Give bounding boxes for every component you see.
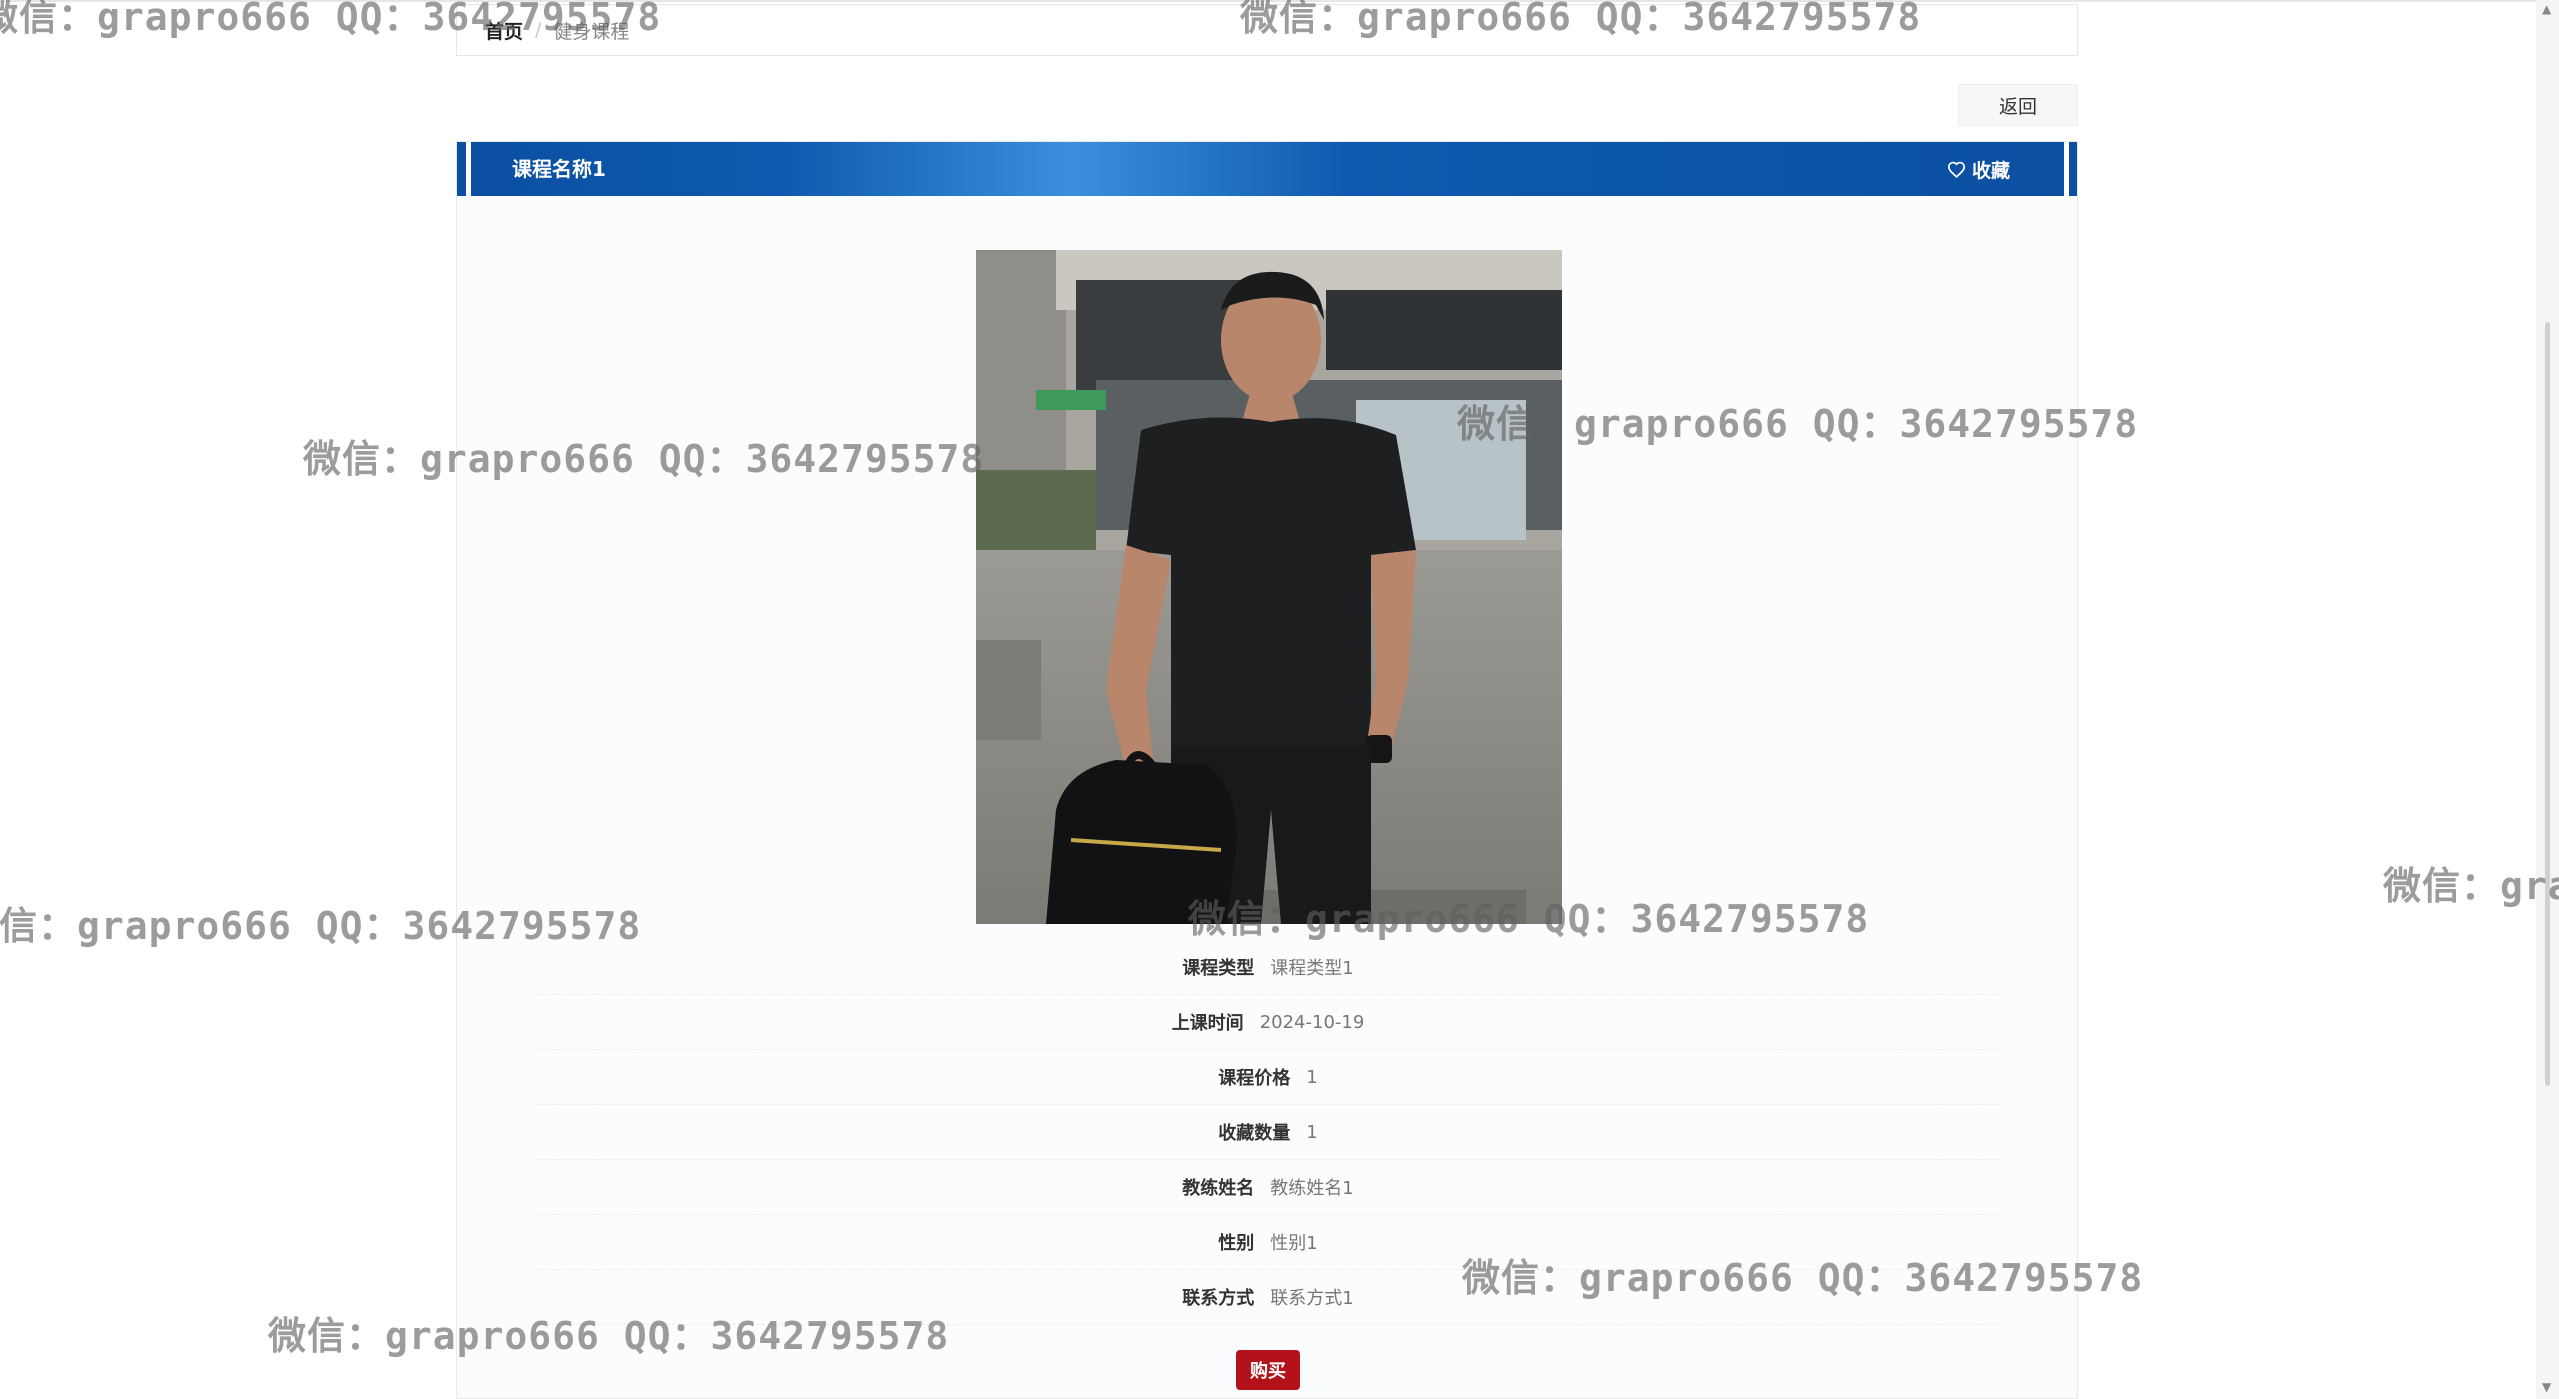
- detail-label: 上课时间: [1171, 1013, 1244, 1034]
- detail-label: 课程价格: [1218, 1068, 1291, 1089]
- detail-row-gender: 性别 性别1: [537, 1215, 1999, 1270]
- detail-value: 2024-10-19: [1259, 1011, 1365, 1033]
- detail-label: 性别: [1218, 1233, 1255, 1254]
- detail-value: 1: [1306, 1121, 1318, 1143]
- course-title-bar: 课程名称1 收藏: [457, 142, 2077, 196]
- course-title: 课程名称1: [512, 157, 606, 181]
- detail-row-favorite-count: 收藏数量 1: [537, 1105, 1999, 1160]
- detail-value: 性别1: [1270, 1233, 1318, 1254]
- detail-row-price: 课程价格 1: [537, 1050, 1999, 1105]
- detail-row-class-time: 上课时间 2024-10-19: [537, 995, 1999, 1050]
- detail-row-course-type: 课程类型 课程类型1: [537, 940, 1999, 995]
- back-button[interactable]: 返回: [1958, 84, 2078, 126]
- detail-value: 教练姓名1: [1270, 1178, 1354, 1199]
- course-detail-card: 课程名称1 收藏 课程类型 课程类型1 上课时间 2024-10-19 课程价格…: [456, 141, 2078, 1399]
- scroll-down-icon[interactable]: ▼: [2542, 1380, 2551, 1394]
- watermark: 微信：grapro666 QQ：3642795578: [2383, 864, 2559, 908]
- course-photo: [976, 250, 1562, 924]
- favorite-label: 收藏: [1972, 159, 2011, 182]
- scroll-up-icon[interactable]: ▲: [2542, 2, 2551, 16]
- breadcrumb-separator: /: [535, 19, 542, 41]
- main-container: 首页 / 健身课程 返回 课程名称1 收藏 课程类型 课程类型1 上课时间 20…: [456, 0, 2080, 1399]
- detail-label: 课程类型: [1182, 958, 1255, 979]
- buy-button[interactable]: 购买: [1236, 1350, 1300, 1390]
- page-scrollbar[interactable]: ▲ ▼: [2536, 0, 2559, 1399]
- detail-row-contact: 联系方式 联系方式1: [537, 1270, 1999, 1325]
- favorite-button[interactable]: 收藏: [1947, 142, 2010, 196]
- course-image: [976, 250, 1562, 924]
- detail-label: 联系方式: [1182, 1288, 1255, 1309]
- breadcrumb-current: 健身课程: [553, 20, 630, 43]
- detail-label: 收藏数量: [1218, 1123, 1291, 1144]
- page: 首页 / 健身课程 返回 课程名称1 收藏 课程类型 课程类型1 上课时间 20…: [0, 0, 2559, 1399]
- detail-value: 1: [1306, 1066, 1318, 1088]
- detail-value: 联系方式1: [1270, 1288, 1354, 1309]
- title-bar-edge-left: [457, 142, 461, 196]
- course-detail-list: 课程类型 课程类型1 上课时间 2024-10-19 课程价格 1 收藏数量 1…: [537, 940, 1999, 1325]
- detail-row-coach-name: 教练姓名 教练姓名1: [537, 1160, 1999, 1215]
- detail-value: 课程类型1: [1270, 958, 1354, 979]
- breadcrumb: 首页 / 健身课程: [456, 4, 2078, 56]
- scrollbar-thumb[interactable]: [2545, 322, 2550, 1086]
- heart-icon: [1947, 161, 1966, 178]
- detail-label: 教练姓名: [1182, 1178, 1255, 1199]
- title-bar-gap-left: [466, 142, 471, 196]
- breadcrumb-home[interactable]: 首页: [485, 17, 523, 44]
- title-bar-gap-right: [2064, 142, 2069, 196]
